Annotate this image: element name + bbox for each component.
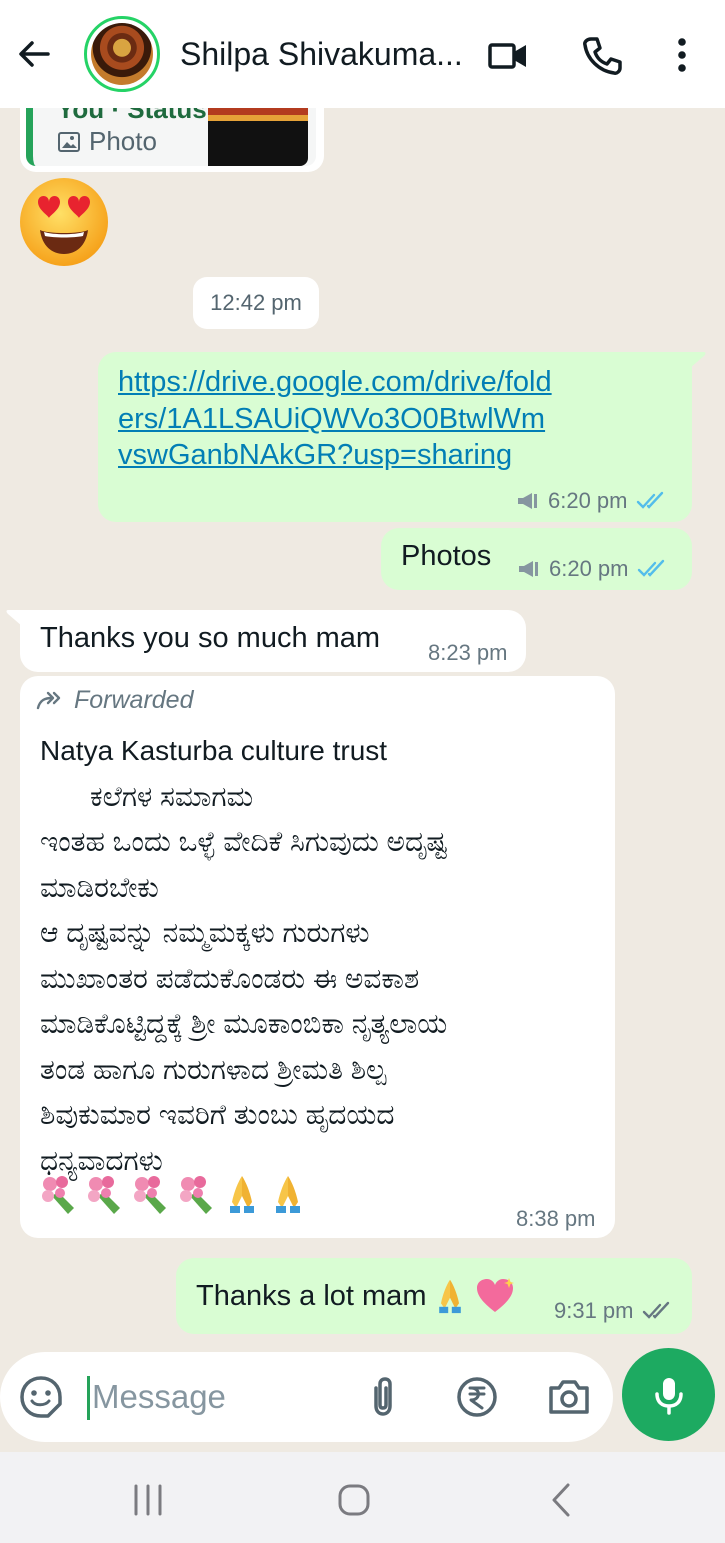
mic-icon [654,1377,683,1415]
incoming-text-message[interactable]: Thanks you so much mam 8:23 pm [20,610,526,672]
date-separator: 12:42 pm [193,277,319,329]
outgoing-text-message[interactable]: Thanks a lot mam 9:31 pm [176,1258,692,1334]
attach-icon[interactable] [360,1374,406,1420]
message-line: ಕಲೆಗಳ ಸಮಾಗಮ [90,780,254,812]
status-reply-bubble[interactable]: You · Status Photo [20,108,324,172]
message-line: ಇಂತಹ ಒಂದು ಒಳ್ಳೆ ವೇದಿಕೆ ಸಿಗುವುದು ಅದೃಷ್ಟ [40,826,448,857]
sparkling-heart-icon [477,1278,515,1312]
message-time: 9:31 pm [554,1298,634,1323]
contact-name[interactable]: Shilpa Shivakuma... [180,36,470,73]
rupee-payment-icon[interactable] [454,1374,500,1420]
back-arrow-icon[interactable] [14,34,54,74]
emoji-sticker-icon[interactable] [18,1374,64,1420]
folded-hands-icon [230,1176,254,1213]
photo-label: Photo [89,126,157,156]
system-back-icon[interactable] [542,1480,582,1520]
read-ticks-icon [636,491,663,509]
chat-header: Shilpa Shivakuma... [0,0,725,108]
home-icon[interactable] [334,1480,374,1520]
message-line: ಮಾಡಿರಬೇಕು [40,871,159,903]
message-line: ತಂಡ ಹಾಗೂ ಗುರುಗಳಾದ ಶ್ರೀಮತಿ ಶಿಲ್ಪ [40,1053,387,1085]
status-thumbnail [208,108,308,166]
video-call-icon[interactable] [486,34,530,78]
contact-avatar[interactable] [84,16,160,92]
quoted-status[interactable]: You · Status Photo [26,108,316,166]
emoji-row [38,1172,308,1216]
forwarded-text: Forwarded [74,686,194,714]
quoted-status-title: You · Status [57,108,207,124]
message-meta: 8:38 pm [516,1206,596,1232]
message-line: Natya Kasturba culture trust [40,735,388,766]
message-line: ಶಿವುಕುಮಾರ ಇವರಿಗೆ ತುಂಬು ಹೃದಯದ [40,1099,395,1130]
heart-eyes-emoji[interactable] [18,176,110,268]
voice-call-icon[interactable] [580,34,624,78]
outgoing-link-message[interactable]: https://drive.google.com/drive/folders/1… [98,352,692,522]
message-line: ಮುಖಾಂತರ ಪಡೆದುಕೊಂಡರು ಈ ಅವಕಾಶ [40,962,420,994]
message-meta: 9:31 pm [554,1298,674,1324]
recent-apps-icon[interactable] [128,1480,168,1520]
more-options-icon[interactable] [660,34,704,78]
message-text: Natya Kasturba culture trust ಕಲೆಗಳ ಸಮಾಗಮ… [40,728,600,1183]
broadcast-icon [519,561,538,577]
forwarded-label: Forwarded [36,686,194,715]
incoming-forwarded-message[interactable]: Forwarded Natya Kasturba culture trust ಕ… [20,676,615,1238]
camera-icon[interactable] [546,1374,592,1420]
quoted-photo-label: Photo [57,126,157,157]
broadcast-icon [518,493,537,509]
message-time: 8:23 pm [428,640,508,665]
read-ticks-icon [637,559,664,577]
message-text: Thanks you so much mam [40,622,381,654]
message-composer [0,1352,613,1442]
bouquet-icon [42,1176,74,1214]
drive-link[interactable]: https://drive.google.com/drive/folders/1… [118,364,558,474]
text-cursor [87,1376,90,1420]
message-time: 6:20 pm [548,488,628,513]
message-meta: 8:23 pm [428,640,508,666]
bouquet-icon [134,1176,166,1214]
bubble-tail [690,352,706,368]
message-line: ಆ ದೃಷ್ಟವನ್ನು ನಮ್ಮಮಕ್ಕಳು ಗುರುಗಳು [40,917,370,948]
system-navigation-bar [0,1452,725,1543]
message-content: Thanks a lot mam [196,1276,516,1316]
message-text: Photos [401,540,492,572]
message-input[interactable] [92,1372,332,1422]
delivered-ticks-icon [642,1301,669,1319]
message-meta: 6:20 pm [516,488,668,514]
forwarded-arrows-icon [36,691,61,709]
message-text: Thanks a lot mam [196,1279,427,1312]
folded-hands-icon [439,1279,462,1314]
folded-hands-icon [276,1176,300,1213]
bouquet-icon [88,1176,120,1214]
message-time: 6:20 pm [549,556,629,581]
voice-message-button[interactable] [622,1348,715,1441]
message-meta: 6:20 pm [517,556,669,582]
message-line: ಮಾಡಿಕೊಟ್ಟಿದ್ದಕ್ಕೆ ಶ್ರೀ ಮೂಕಾಂಬಿಕಾ ನೃತ್ಯಲಾ… [40,1008,448,1039]
outgoing-text-message[interactable]: Photos 6:20 pm [381,528,692,590]
bouquet-icon [180,1176,212,1214]
message-time: 8:38 pm [516,1206,596,1231]
photo-icon [58,131,80,152]
